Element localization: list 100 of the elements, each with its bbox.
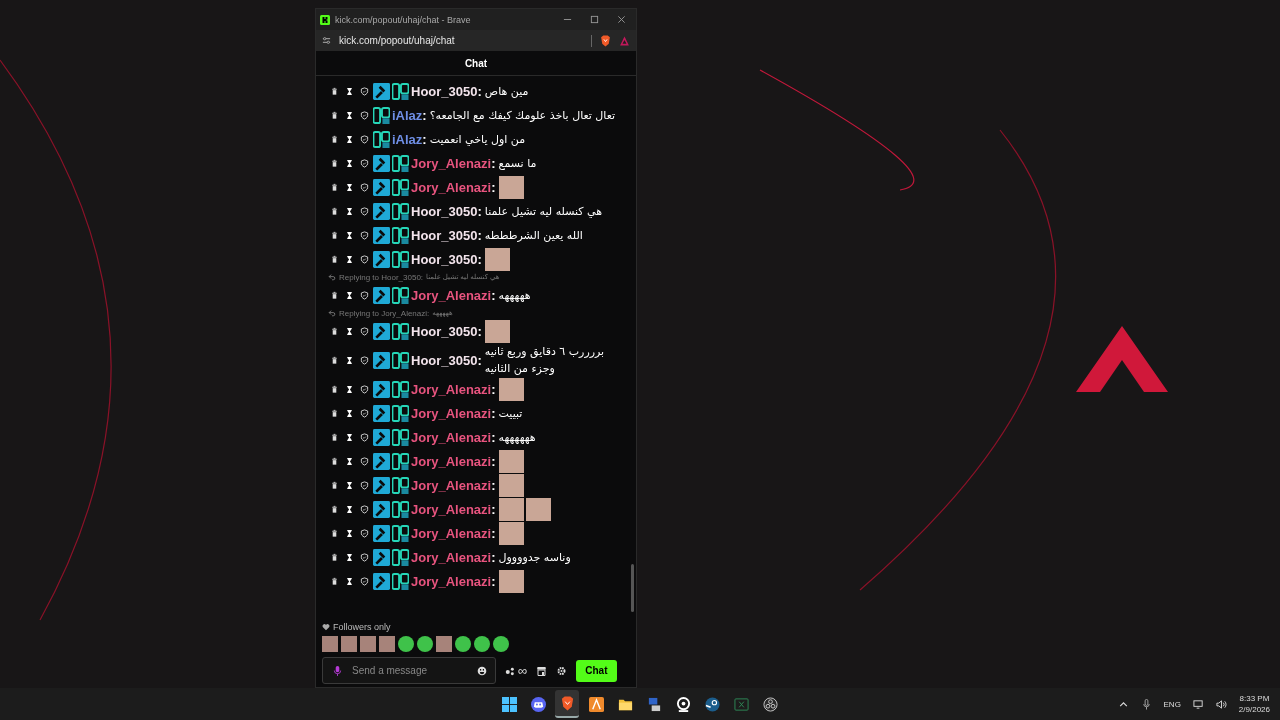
- site-settings-icon[interactable]: [322, 36, 331, 45]
- maximize-icon[interactable]: [590, 15, 599, 24]
- username[interactable]: Hoor_3050: [411, 352, 478, 368]
- username[interactable]: Jory_Alenazi: [411, 429, 492, 445]
- shield-icon[interactable]: [360, 504, 369, 514]
- username[interactable]: iAlaz: [392, 107, 423, 123]
- trash-icon[interactable]: [330, 576, 339, 586]
- close-icon[interactable]: [617, 15, 626, 24]
- dots-icon[interactable]: [505, 665, 516, 676]
- trash-icon[interactable]: [330, 552, 339, 562]
- triangle-icon[interactable]: [619, 34, 630, 47]
- trash-icon[interactable]: [330, 432, 339, 442]
- hourglass-icon[interactable]: [345, 230, 354, 240]
- language-indicator[interactable]: ENG: [1163, 699, 1181, 709]
- username[interactable]: Jory_Alenazi: [411, 549, 492, 565]
- infinity-glyph[interactable]: ∞: [518, 663, 528, 678]
- hourglass-icon[interactable]: [345, 110, 354, 120]
- hourglass-icon[interactable]: [345, 206, 354, 216]
- hourglass-icon[interactable]: [345, 355, 354, 365]
- hourglass-icon[interactable]: [345, 290, 354, 300]
- trash-icon[interactable]: [330, 504, 339, 514]
- username[interactable]: Hoor_3050: [411, 227, 478, 243]
- shield-icon[interactable]: [360, 408, 369, 418]
- trash-icon[interactable]: [330, 456, 339, 466]
- hourglass-icon[interactable]: [345, 384, 354, 394]
- hourglass-icon[interactable]: [345, 504, 354, 514]
- clock-date[interactable]: 2/9/2026: [1238, 704, 1270, 715]
- shield-icon[interactable]: [360, 158, 369, 168]
- trash-icon[interactable]: [330, 206, 339, 216]
- trash-icon[interactable]: [330, 86, 339, 96]
- trash-icon[interactable]: [330, 110, 339, 120]
- username[interactable]: Jory_Alenazi: [411, 381, 492, 397]
- shield-icon[interactable]: [360, 86, 369, 96]
- shield-icon[interactable]: [360, 110, 369, 120]
- username[interactable]: Jory_Alenazi: [411, 477, 492, 493]
- trash-icon[interactable]: [330, 408, 339, 418]
- chat-send-button[interactable]: Chat: [576, 659, 617, 682]
- shield-icon[interactable]: [360, 552, 369, 562]
- hourglass-icon[interactable]: [345, 480, 354, 490]
- username[interactable]: Hoor_3050: [411, 83, 478, 99]
- username[interactable]: Jory_Alenazi: [411, 287, 492, 303]
- shield-icon[interactable]: [360, 230, 369, 240]
- microphone-icon[interactable]: [333, 664, 342, 677]
- shield-icon[interactable]: [360, 134, 369, 144]
- username[interactable]: Hoor_3050: [411, 203, 478, 219]
- emote-button[interactable]: [417, 636, 433, 652]
- trash-icon[interactable]: [330, 254, 339, 264]
- shield-icon[interactable]: [360, 290, 369, 300]
- shield-icon[interactable]: [360, 432, 369, 442]
- emote-button[interactable]: [474, 636, 490, 652]
- message-box[interactable]: Send a message: [322, 657, 496, 684]
- shield-icon[interactable]: [360, 456, 369, 466]
- emote-button[interactable]: [493, 636, 509, 652]
- lion-shield-icon[interactable]: [600, 34, 611, 47]
- clock-time[interactable]: 8:33 PM: [1239, 693, 1270, 704]
- emote-button[interactable]: [398, 636, 414, 652]
- shield-icon[interactable]: [360, 326, 369, 336]
- hourglass-icon[interactable]: [345, 576, 354, 586]
- username[interactable]: Jory_Alenazi: [411, 405, 492, 421]
- hourglass-icon[interactable]: [345, 182, 354, 192]
- username[interactable]: Hoor_3050: [411, 323, 478, 339]
- hourglass-icon[interactable]: [345, 326, 354, 336]
- hourglass-icon[interactable]: [345, 86, 354, 96]
- username[interactable]: Jory_Alenazi: [411, 501, 492, 517]
- username[interactable]: Jory_Alenazi: [411, 573, 492, 589]
- trash-icon[interactable]: [330, 182, 339, 192]
- username[interactable]: iAlaz: [392, 131, 423, 147]
- trash-icon[interactable]: [330, 384, 339, 394]
- hourglass-icon[interactable]: [345, 432, 354, 442]
- message-input[interactable]: Send a message: [352, 665, 467, 676]
- monitor-icon[interactable]: [1192, 698, 1204, 710]
- hourglass-icon[interactable]: [345, 408, 354, 418]
- smiley-icon[interactable]: [477, 665, 487, 676]
- shield-icon[interactable]: [360, 480, 369, 490]
- hourglass-icon[interactable]: [345, 552, 354, 562]
- username[interactable]: Jory_Alenazi: [411, 525, 492, 541]
- trash-icon[interactable]: [330, 480, 339, 490]
- microphone-icon[interactable]: [1140, 698, 1152, 710]
- hourglass-icon[interactable]: [345, 134, 354, 144]
- emote-button[interactable]: [455, 636, 471, 652]
- shield-icon[interactable]: [360, 206, 369, 216]
- shield-icon[interactable]: [360, 182, 369, 192]
- hourglass-icon[interactable]: [345, 254, 354, 264]
- settings-icon[interactable]: [556, 665, 568, 676]
- scrollbar-thumb[interactable]: [631, 564, 634, 612]
- username[interactable]: Jory_Alenazi: [411, 179, 492, 195]
- trash-icon[interactable]: [330, 230, 339, 240]
- shield-icon[interactable]: [360, 355, 369, 365]
- trash-icon[interactable]: [330, 290, 339, 300]
- trash-icon[interactable]: [330, 528, 339, 538]
- trash-icon[interactable]: [330, 134, 339, 144]
- username[interactable]: Jory_Alenazi: [411, 155, 492, 171]
- hourglass-icon[interactable]: [345, 528, 354, 538]
- shield-icon[interactable]: [360, 528, 369, 538]
- shield-icon[interactable]: [360, 576, 369, 586]
- username[interactable]: Jory_Alenazi: [411, 453, 492, 469]
- shield-icon[interactable]: [360, 384, 369, 394]
- store-icon[interactable]: [536, 665, 548, 676]
- trash-icon[interactable]: [330, 355, 339, 365]
- hourglass-icon[interactable]: [345, 456, 354, 466]
